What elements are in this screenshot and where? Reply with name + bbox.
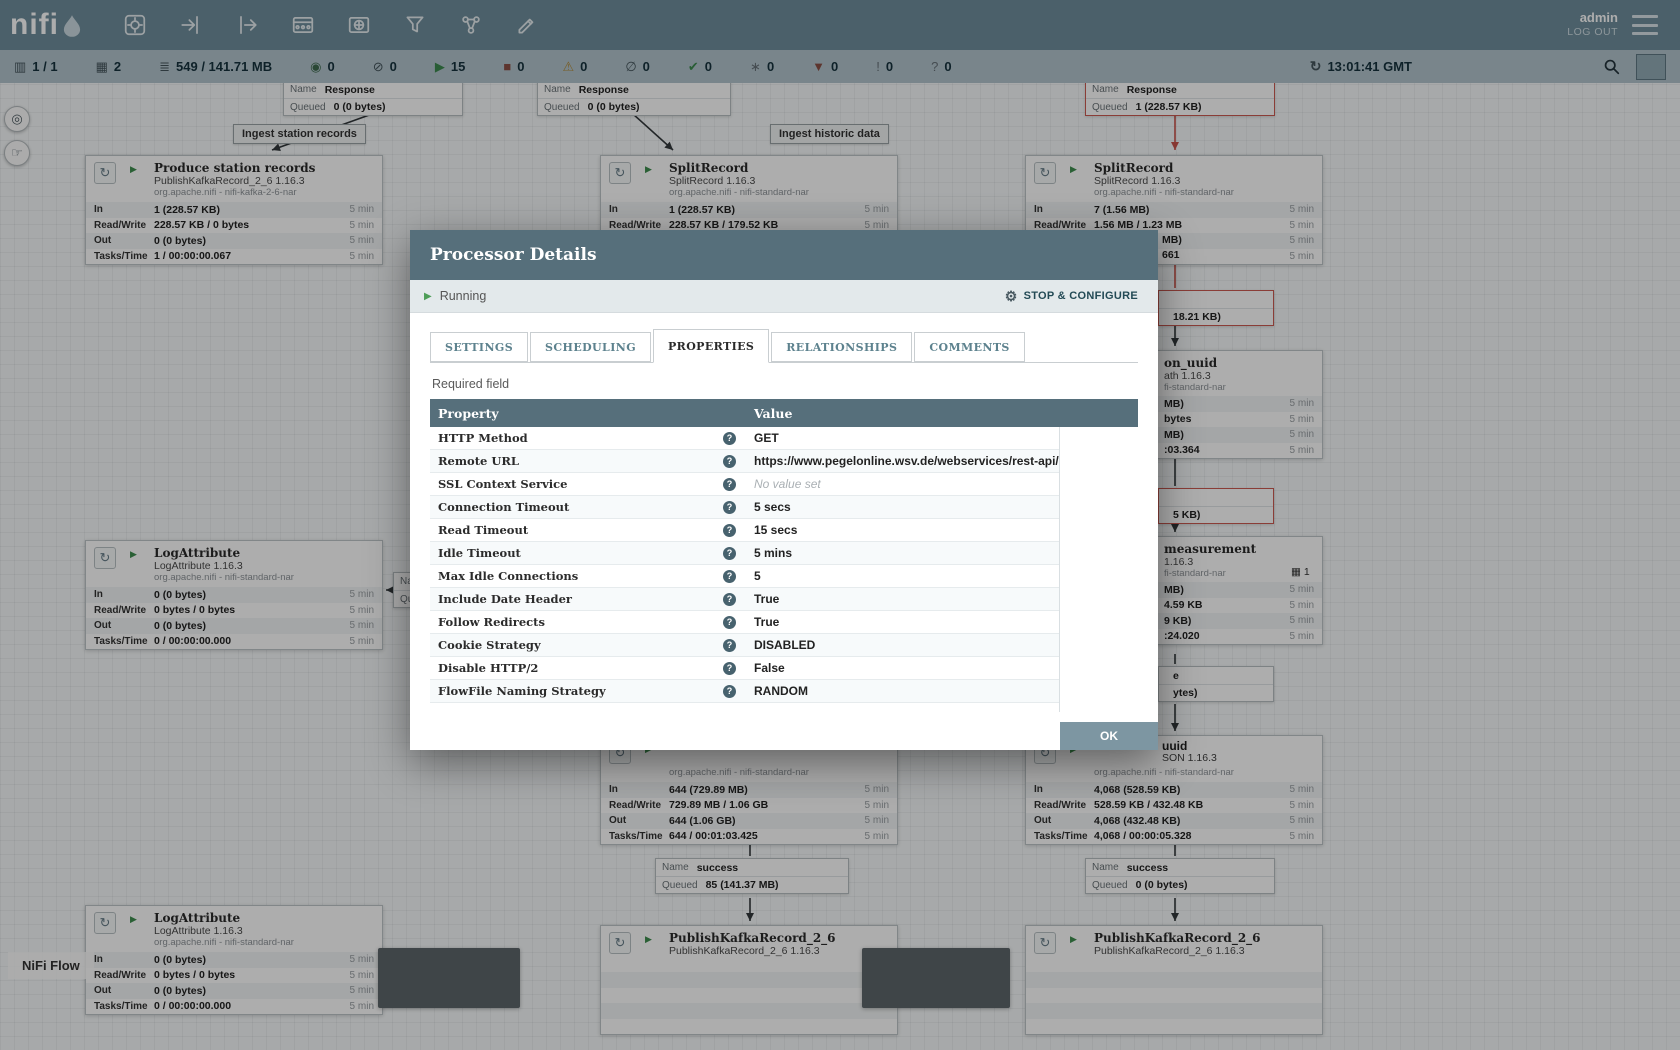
run-status-icon: ▶ [424, 291, 432, 302]
property-cell: Connection Timeout? [430, 500, 746, 514]
property-row: Remote URL?https://www.pegelonline.wsv.d… [430, 450, 1060, 473]
help-icon[interactable]: ? [723, 501, 736, 514]
property-cell: Follow Redirects? [430, 615, 746, 629]
help-icon[interactable]: ? [723, 455, 736, 468]
run-status-label: Running [440, 289, 487, 303]
property-value: 5 [746, 569, 1060, 583]
property-value: No value set [746, 477, 1060, 491]
property-row: FlowFile Naming Strategy?RANDOM [430, 680, 1060, 703]
properties-table-header: Property Value [430, 399, 1138, 427]
property-row: Follow Redirects?True [430, 611, 1060, 634]
property-cell: Include Date Header? [430, 592, 746, 606]
property-name: Include Date Header [438, 592, 572, 606]
property-name: Cookie Strategy [438, 638, 541, 652]
property-cell: Read Timeout? [430, 523, 746, 537]
help-icon[interactable]: ? [723, 432, 736, 445]
property-cell: Max Idle Connections? [430, 569, 746, 583]
tab-settings[interactable]: SETTINGS [430, 332, 528, 362]
property-cell: SSL Context Service? [430, 477, 746, 491]
property-name: Idle Timeout [438, 546, 521, 560]
help-icon[interactable]: ? [723, 478, 736, 491]
property-name: HTTP Method [438, 431, 528, 445]
property-value: 15 secs [746, 523, 1060, 537]
processor-details-dialog: Processor Details ▶ Running ⚙ STOP & CON… [410, 230, 1158, 750]
property-row: Idle Timeout?5 mins [430, 542, 1060, 565]
property-row: Max Idle Connections?5 [430, 565, 1060, 588]
property-value: RANDOM [746, 684, 1060, 698]
tab-comments[interactable]: COMMENTS [914, 332, 1024, 362]
help-icon[interactable]: ? [723, 593, 736, 606]
property-name: Follow Redirects [438, 615, 545, 629]
property-name: Connection Timeout [438, 500, 569, 514]
nifi-application-window: { "header": { "logo": "nifi", "user": "a… [0, 0, 1680, 1050]
ok-button[interactable]: OK [1060, 722, 1158, 750]
dialog-content: SETTINGSSCHEDULINGPROPERTIESRELATIONSHIP… [410, 313, 1158, 712]
dialog-title: Processor Details [410, 230, 1158, 280]
help-icon[interactable]: ? [723, 547, 736, 560]
property-value: DISABLED [746, 638, 1060, 652]
property-name: Read Timeout [438, 523, 528, 537]
property-cell: FlowFile Naming Strategy? [430, 684, 746, 698]
property-name: Remote URL [438, 454, 519, 468]
property-row: Include Date Header?True [430, 588, 1060, 611]
stop-configure-icon: ⚙ [1005, 288, 1018, 305]
property-row: SSL Context Service?No value set [430, 473, 1060, 496]
property-row [430, 703, 1060, 712]
property-name: Disable HTTP/2 [438, 661, 538, 675]
run-status-bar: ▶ Running ⚙ STOP & CONFIGURE [410, 280, 1158, 313]
tab-relationships[interactable]: RELATIONSHIPS [771, 332, 912, 362]
property-value: False [746, 661, 1060, 675]
property-cell: Remote URL? [430, 454, 746, 468]
property-name: SSL Context Service [438, 477, 567, 491]
property-row: Read Timeout?15 secs [430, 519, 1060, 542]
help-icon[interactable]: ? [723, 524, 736, 537]
help-icon[interactable]: ? [723, 570, 736, 583]
dialog-tabs: SETTINGSSCHEDULINGPROPERTIESRELATIONSHIP… [430, 329, 1138, 363]
required-field-note: Required field [432, 377, 1136, 391]
property-column-header: Property [430, 406, 746, 421]
property-cell: Idle Timeout? [430, 546, 746, 560]
property-value: True [746, 615, 1060, 629]
property-row: Disable HTTP/2?False [430, 657, 1060, 680]
property-row: Cookie Strategy?DISABLED [430, 634, 1060, 657]
property-value: 5 mins [746, 546, 1060, 560]
table-scroll-gutter[interactable] [1059, 427, 1138, 712]
help-icon[interactable]: ? [723, 639, 736, 652]
property-value: https://www.pegelonline.wsv.de/webservic… [746, 454, 1060, 468]
tab-scheduling[interactable]: SCHEDULING [530, 332, 651, 362]
property-cell: Cookie Strategy? [430, 638, 746, 652]
stop-configure-button[interactable]: ⚙ STOP & CONFIGURE [999, 287, 1144, 306]
stop-configure-label: STOP & CONFIGURE [1024, 290, 1138, 302]
tab-properties[interactable]: PROPERTIES [653, 329, 769, 363]
property-row: Connection Timeout?5 secs [430, 496, 1060, 519]
property-name: Max Idle Connections [438, 569, 578, 583]
help-icon[interactable]: ? [723, 662, 736, 675]
property-value: 5 secs [746, 500, 1060, 514]
property-cell: Disable HTTP/2? [430, 661, 746, 675]
property-value: GET [746, 431, 1060, 445]
value-column-header: Value [746, 406, 792, 421]
property-cell: HTTP Method? [430, 431, 746, 445]
properties-table-body: HTTP Method?GETRemote URL?https://www.pe… [430, 427, 1138, 712]
property-name: FlowFile Naming Strategy [438, 684, 606, 698]
help-icon[interactable]: ? [723, 685, 736, 698]
help-icon[interactable]: ? [723, 616, 736, 629]
property-value: True [746, 592, 1060, 606]
property-row: HTTP Method?GET [430, 427, 1060, 450]
